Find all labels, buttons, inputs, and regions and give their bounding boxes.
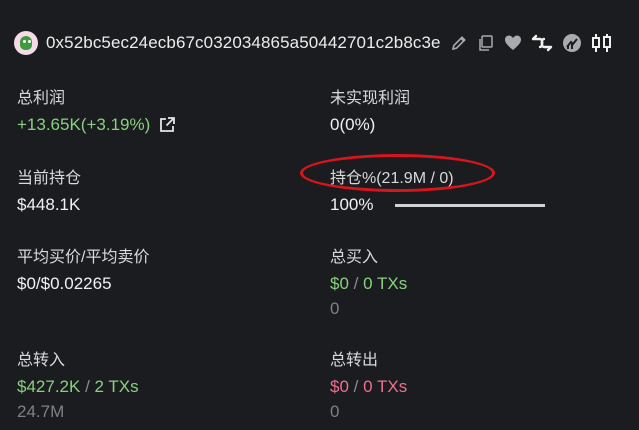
transfer-out-separator: / — [353, 377, 359, 396]
total-profit-block: 总利润 +13.65K(+3.19%) — [17, 84, 176, 135]
total-buy-separator: / — [353, 274, 359, 293]
total-buy-label: 总买入 — [330, 249, 379, 266]
transfer-out-block: 总转出 $0 / 0 TXs 0 — [330, 346, 407, 422]
external-link-icon[interactable] — [158, 116, 176, 134]
total-buy-txs[interactable]: 0 TXs — [363, 274, 407, 293]
total-buy-amount: $0 — [330, 274, 349, 293]
transfer-in-block: 总转入 $427.2K / 2 TXs 24.7M — [17, 346, 139, 422]
unrealized-profit-block: 未实现利润 0(0%) — [330, 84, 410, 135]
copy-icon[interactable] — [477, 34, 495, 52]
transfer-in-label: 总转入 — [17, 352, 66, 369]
transfer-in-amount: $427.2K — [17, 377, 81, 396]
holding-progress-fill — [395, 203, 546, 207]
current-position-block: 当前持仓 $448.1K — [17, 164, 81, 215]
current-position-value: $448.1K — [17, 195, 81, 214]
transfer-in-txs[interactable]: 2 TXs — [95, 377, 139, 396]
transfer-in-separator: / — [85, 377, 90, 396]
heart-icon[interactable] — [504, 34, 522, 52]
total-buy-block: 总买入 $0 / 0 TXs 0 — [330, 243, 407, 319]
total-profit-label: 总利润 — [17, 90, 66, 107]
wallet-header: 0x52bc5ec24ecb67c032034865a50442701c2b8c… — [14, 28, 639, 58]
transfer-out-txs[interactable]: 0 TXs — [363, 377, 407, 396]
holding-progress-bar — [395, 203, 546, 207]
edit-icon[interactable] — [450, 34, 468, 52]
highlight-ellipse — [300, 154, 495, 192]
chart-icon[interactable] — [562, 33, 582, 53]
avg-price-value: $0/$0.02265 — [17, 274, 112, 293]
transfer-in-quantity: 24.7M — [17, 402, 65, 421]
candlestick-icon[interactable] — [591, 33, 615, 53]
avg-price-block: 平均买价/平均卖价 $0/$0.02265 — [17, 243, 149, 294]
holding-percent-value: 100% — [330, 195, 374, 214]
swap-icon[interactable] — [531, 34, 553, 52]
total-profit-value: +13.65K(+3.19%) — [17, 115, 151, 134]
transfer-out-amount: $0 — [330, 377, 349, 396]
transfer-out-label: 总转出 — [330, 352, 379, 369]
total-buy-quantity: 0 — [330, 299, 340, 318]
unrealized-profit-value: 0(0%) — [330, 115, 376, 134]
transfer-out-quantity: 0 — [330, 402, 340, 421]
avg-price-label: 平均买价/平均卖价 — [17, 249, 150, 266]
current-position-label: 当前持仓 — [17, 170, 82, 187]
wallet-address[interactable]: 0x52bc5ec24ecb67c032034865a50442701c2b8c… — [46, 33, 441, 53]
wallet-avatar — [14, 31, 38, 55]
unrealized-profit-label: 未实现利润 — [330, 90, 411, 107]
